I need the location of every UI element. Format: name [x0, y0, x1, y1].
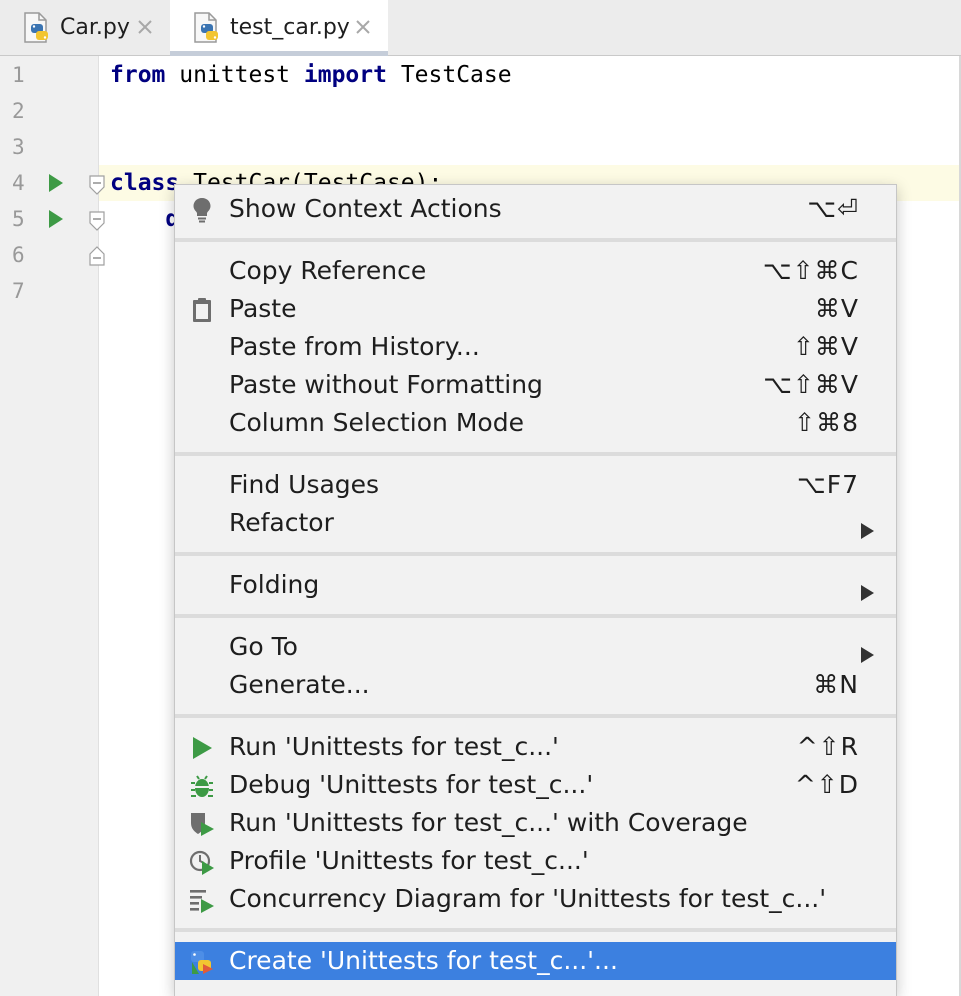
menu-item-debug-unittests[interactable]: Debug 'Unittests for test_c...' ^⇧D — [175, 766, 896, 804]
menu-item-label: Folding — [229, 570, 320, 599]
menu-item-shortcut: ⌥⇧⌘C — [762, 256, 859, 285]
line-number: 4 — [12, 171, 25, 195]
menu-item-find-usages[interactable]: Find Usages ⌥F7 — [175, 466, 896, 504]
concurrency-diagram-icon — [189, 887, 215, 913]
menu-item-shortcut: ⌥⏎ — [807, 194, 859, 223]
menu-item-paste-without-formatting[interactable]: Paste without Formatting ⌥⇧⌘V — [175, 366, 896, 404]
menu-item-label: Paste from History... — [229, 332, 480, 361]
line-number: 2 — [12, 99, 25, 123]
code-text: d — [110, 206, 180, 232]
menu-item-label: Paste without Formatting — [229, 370, 543, 399]
fold-end-icon[interactable] — [89, 246, 105, 266]
menu-separator — [175, 614, 896, 618]
fold-collapse-icon[interactable] — [89, 175, 105, 195]
menu-item-label: Paste — [229, 294, 297, 323]
code-text: TestCase — [386, 62, 512, 88]
menu-item-column-selection-mode[interactable]: Column Selection Mode ⇧⌘8 — [175, 404, 896, 442]
profile-icon — [189, 849, 215, 875]
menu-item-shortcut: ⌘N — [813, 670, 859, 699]
menu-item-refactor[interactable]: Refactor — [175, 504, 896, 542]
coverage-icon — [189, 811, 215, 837]
menu-item-label: Show Context Actions — [229, 194, 502, 223]
submenu-arrow-icon — [860, 516, 874, 539]
run-test-gutter-icon[interactable] — [46, 207, 66, 231]
code-keyword: import — [303, 62, 387, 88]
menu-item-label: Generate... — [229, 670, 370, 699]
menu-item-label: Column Selection Mode — [229, 408, 524, 437]
python-file-icon — [22, 11, 52, 44]
tab-label: Car.py — [60, 15, 130, 40]
tab-test-car-py[interactable]: test_car.py — [170, 0, 388, 56]
code-keyword: class — [110, 170, 180, 196]
debug-icon — [189, 773, 215, 799]
line-number: 7 — [12, 279, 25, 303]
fold-collapse-icon[interactable] — [89, 211, 105, 231]
menu-item-label: Run 'Unittests for test_c...' with Cover… — [229, 808, 748, 837]
menu-item-label: Go To — [229, 632, 298, 661]
menu-item-shortcut: ⌥⇧⌘V — [763, 370, 859, 399]
menu-item-show-context-actions[interactable]: Show Context Actions ⌥⏎ — [175, 190, 896, 228]
tab-label: test_car.py — [230, 15, 350, 40]
editor-tab-bar: Car.py test_car.py — [0, 0, 961, 56]
menu-item-shortcut: ⌥F7 — [796, 470, 859, 499]
line-number: 3 — [12, 135, 25, 159]
line-number: 6 — [12, 243, 25, 267]
menu-item-label: Concurrency Diagram for 'Unittests for t… — [229, 884, 827, 913]
menu-item-label: Run 'Unittests for test_c...' — [229, 732, 559, 761]
code-line-1[interactable]: from unittest import TestCase — [110, 57, 512, 93]
menu-separator — [175, 928, 896, 932]
run-icon — [189, 735, 215, 761]
python-file-icon — [192, 11, 222, 44]
menu-item-label: Profile 'Unittests for test_c...' — [229, 846, 589, 875]
submenu-arrow-icon — [860, 578, 874, 601]
menu-item-shortcut: ^⇧D — [794, 770, 859, 799]
menu-separator — [175, 452, 896, 456]
menu-item-go-to[interactable]: Go To — [175, 628, 896, 666]
menu-separator — [175, 238, 896, 242]
menu-item-label: Refactor — [229, 508, 334, 537]
menu-item-profile[interactable]: Profile 'Unittests for test_c...' — [175, 842, 896, 880]
close-tab-icon[interactable] — [134, 16, 156, 38]
menu-item-shortcut: ⇧⌘8 — [794, 408, 859, 437]
menu-item-run-unittests[interactable]: Run 'Unittests for test_c...' ^⇧R — [175, 728, 896, 766]
code-keyword: from — [110, 62, 166, 88]
menu-item-generate[interactable]: Generate... ⌘N — [175, 666, 896, 704]
menu-item-run-with-coverage[interactable]: Run 'Unittests for test_c...' with Cover… — [175, 804, 896, 842]
line-number: 1 — [12, 63, 25, 87]
menu-separator — [175, 552, 896, 556]
code-line-5[interactable]: d — [110, 201, 179, 237]
close-tab-icon[interactable] — [352, 16, 374, 38]
line-number: 5 — [12, 207, 25, 231]
menu-separator — [175, 714, 896, 718]
menu-item-folding[interactable]: Folding — [175, 566, 896, 604]
editor-context-menu: Show Context Actions ⌥⏎ Copy Reference ⌥… — [174, 184, 897, 996]
menu-item-label: Copy Reference — [229, 256, 427, 285]
menu-item-concurrency-diagram[interactable]: Concurrency Diagram for 'Unittests for t… — [175, 880, 896, 918]
menu-item-label: Find Usages — [229, 470, 380, 499]
menu-item-shortcut: ⇧⌘V — [792, 332, 859, 361]
submenu-arrow-icon — [860, 640, 874, 663]
python-config-icon — [189, 949, 215, 975]
menu-item-label: Create 'Unittests for test_c...'... — [229, 946, 618, 975]
code-text: unittest — [165, 62, 304, 88]
clipboard-icon — [189, 297, 215, 323]
menu-item-label: Debug 'Unittests for test_c...' — [229, 770, 594, 799]
menu-item-shortcut: ^⇧R — [796, 732, 859, 761]
run-test-gutter-icon[interactable] — [46, 171, 66, 195]
tab-car-py[interactable]: Car.py — [0, 0, 170, 55]
menu-item-copy-reference[interactable]: Copy Reference ⌥⇧⌘C — [175, 252, 896, 290]
menu-item-paste-from-history[interactable]: Paste from History... ⇧⌘V — [175, 328, 896, 366]
menu-item-create-run-configuration[interactable]: Create 'Unittests for test_c...'... — [175, 942, 896, 980]
menu-item-shortcut: ⌘V — [814, 294, 859, 323]
menu-item-paste[interactable]: Paste ⌘V — [175, 290, 896, 328]
lightbulb-icon — [189, 197, 215, 223]
